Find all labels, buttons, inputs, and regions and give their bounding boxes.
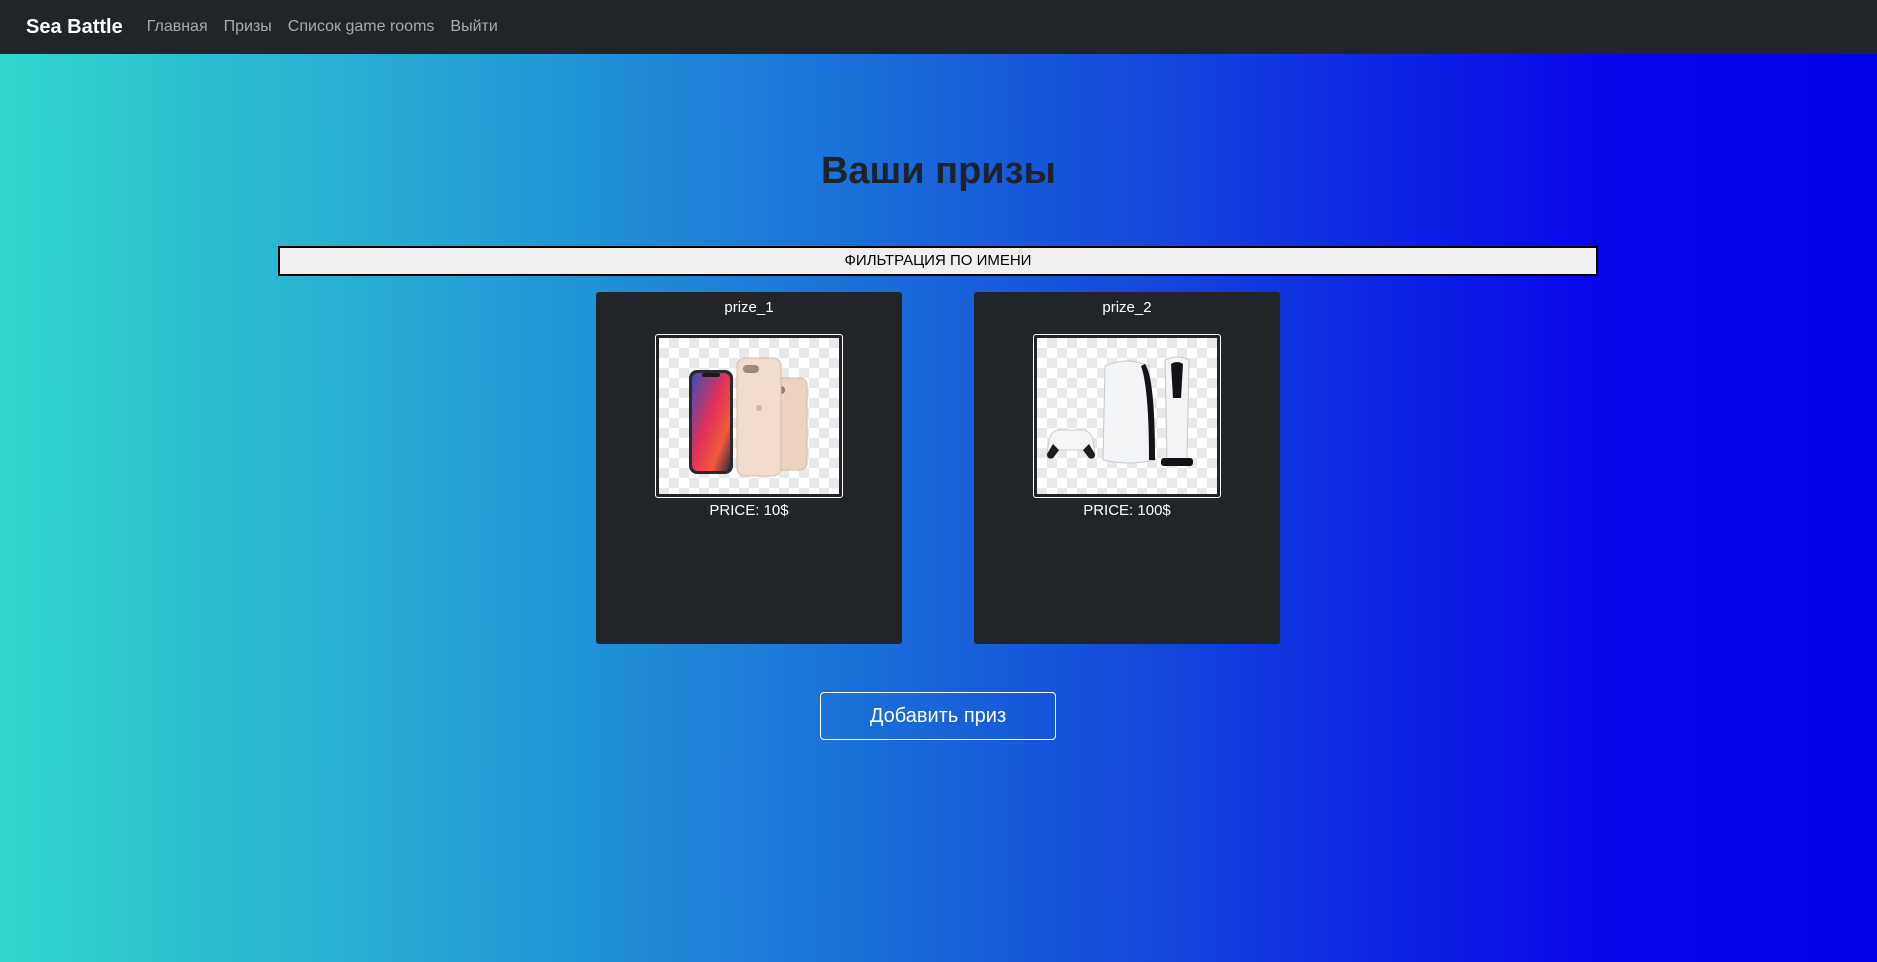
- prize-price: PRICE: 10$: [709, 502, 789, 519]
- prize-name: prize_1: [724, 299, 774, 316]
- prize-price: PRICE: 100$: [1083, 502, 1171, 519]
- prize-image-frame: [655, 334, 843, 498]
- nav-link-game-rooms[interactable]: Список game rooms: [288, 18, 435, 36]
- prize-card[interactable]: prize_1 PRICE: 10$: [596, 292, 902, 644]
- filter-by-name-button[interactable]: ФИЛЬТРАЦИЯ ПО ИМЕНИ: [278, 246, 1598, 276]
- nav-link-home[interactable]: Главная: [147, 18, 208, 36]
- prize-image-frame: [1033, 334, 1221, 498]
- page-title: Ваши призы: [820, 150, 1057, 192]
- nav-link-logout[interactable]: Выйти: [450, 18, 497, 36]
- add-prize-button[interactable]: Добавить приз: [820, 692, 1056, 740]
- game-console-image: [1037, 338, 1217, 494]
- prize-name: prize_2: [1102, 299, 1152, 316]
- prize-card[interactable]: prize_2 PRICE: 100$: [974, 292, 1280, 644]
- navbar: Sea Battle Главная Призы Список game roo…: [0, 0, 1877, 54]
- smartphones-image: [659, 338, 839, 494]
- brand-logo[interactable]: Sea Battle: [26, 16, 123, 39]
- nav-link-prizes[interactable]: Призы: [224, 18, 272, 36]
